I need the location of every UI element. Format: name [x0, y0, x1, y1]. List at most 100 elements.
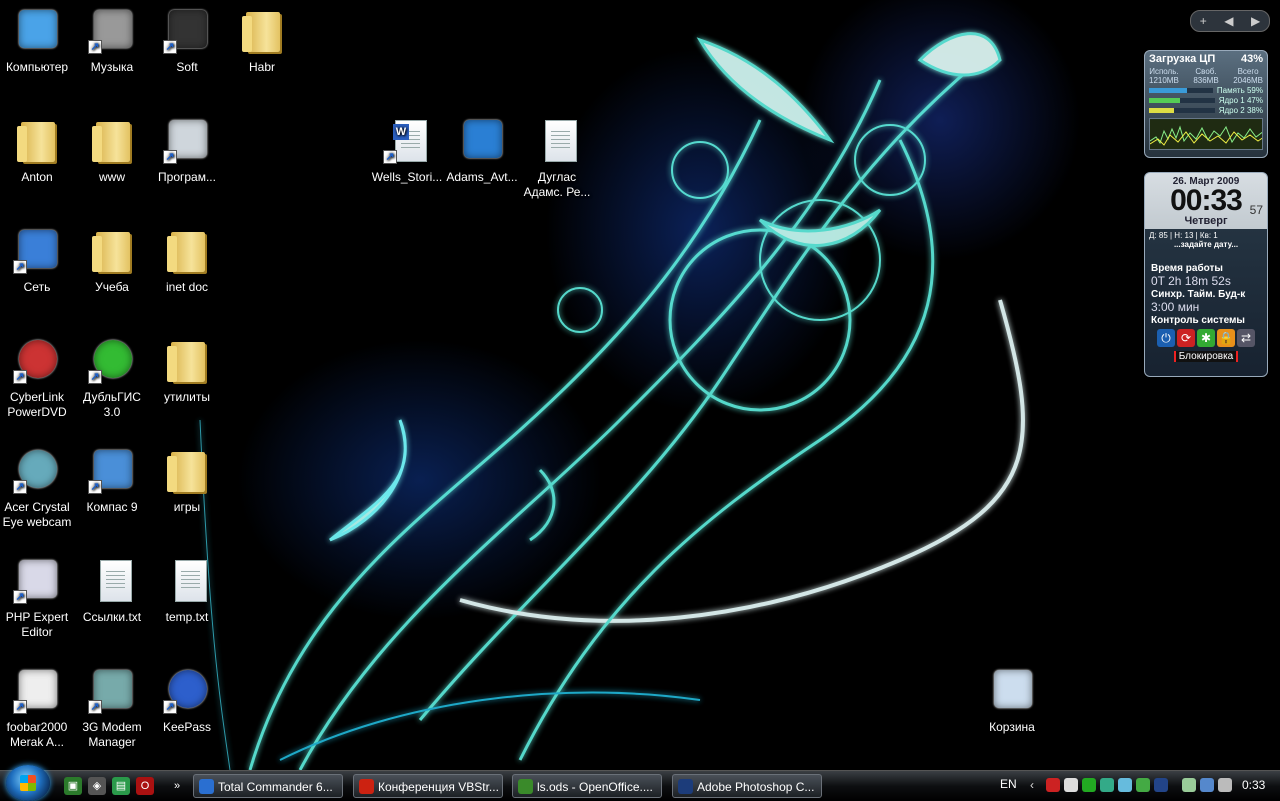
power-icon[interactable]: ⏻	[1157, 329, 1175, 347]
next-gadget-button[interactable]: ▶	[1251, 14, 1260, 28]
desktop-icon-label: Ссылки.txt	[82, 610, 142, 624]
desktop-icon[interactable]: temp.txt	[147, 554, 227, 654]
shortcut-arrow-icon: ↗	[163, 150, 177, 164]
shortcut-arrow-icon: ↗	[13, 370, 27, 384]
desktop-icon[interactable]: ↗ Музыка	[72, 4, 152, 104]
language-indicator[interactable]: EN	[1000, 777, 1017, 791]
tray-volume-icon[interactable]	[1218, 778, 1232, 792]
timer-value[interactable]: 3:00 мин	[1145, 300, 1267, 314]
lock-icon[interactable]: 🔒	[1217, 329, 1235, 347]
taskbar-button[interactable]: Total Commander 6...	[193, 774, 343, 798]
taskbar-button[interactable]: Конференция VBStr...	[353, 774, 503, 798]
desktop-icon[interactable]: ↗ PHP Expert Editor	[0, 554, 77, 654]
quicklaunch-windows-icon[interactable]: ◈	[88, 777, 106, 795]
desktop-icon[interactable]: Дуглас Адамс. Ре...	[517, 114, 597, 214]
desktop-icon[interactable]: игры	[147, 444, 227, 544]
dvd-icon: ↗	[13, 336, 61, 384]
shortcut-arrow-icon: ↗	[163, 40, 177, 54]
memory-row: Память 59%	[1149, 86, 1263, 95]
tray-device-icon[interactable]	[1118, 778, 1132, 792]
core2-label: Ядро 2	[1218, 106, 1245, 115]
desktop-icon[interactable]: Habr	[222, 4, 302, 104]
folder-icon	[88, 116, 136, 164]
foobar-icon: ↗	[13, 666, 61, 714]
add-gadget-button[interactable]: +	[1200, 14, 1207, 28]
taskbar: ▣ ◈ ▤ O » Total Commander 6... Конференци…	[0, 765, 1280, 801]
desktop-icon[interactable]: ↗ Програм...	[147, 114, 227, 214]
webcam-icon: ↗	[13, 446, 61, 494]
desktop-icon[interactable]: ↗ CyberLink PowerDVD	[0, 334, 77, 434]
free-title: Своб.	[1195, 67, 1217, 76]
tray-app-icon[interactable]	[1136, 778, 1150, 792]
shortcut-arrow-icon: ↗	[88, 370, 102, 384]
quicklaunch-opera-icon[interactable]: O	[136, 777, 154, 795]
restart-icon[interactable]: ⟳	[1177, 329, 1195, 347]
desktop-icon-label: Сеть	[23, 280, 51, 294]
core1-pct: 47%	[1246, 96, 1263, 105]
shortcut-arrow-icon: ↗	[13, 590, 27, 604]
tray-shield-icon[interactable]	[1064, 778, 1078, 792]
device-icon: ↗	[163, 6, 211, 54]
prev-gadget-button[interactable]: ◀	[1224, 14, 1233, 28]
taskbar-button-label: Конференция VBStr...	[378, 780, 499, 794]
core2-bar-fill	[1149, 108, 1174, 113]
tray-clock[interactable]: 0:33	[1242, 778, 1265, 792]
lock-button[interactable]: Блокировка	[1145, 351, 1267, 362]
desktop-icon[interactable]: ↗ Soft	[147, 4, 227, 104]
tray-antivirus-icon[interactable]	[1046, 778, 1060, 792]
folder-icon	[163, 226, 211, 274]
desktop-icon[interactable]: Корзина	[972, 664, 1052, 764]
desktop-icon[interactable]: Компьютер	[0, 4, 77, 104]
total-value: 2046MB	[1233, 76, 1263, 85]
desktop-icon-label: Habr	[248, 60, 275, 74]
desktop-icon[interactable]: inet doc	[147, 224, 227, 324]
date-prompt[interactable]: ...задайте дату...	[1145, 240, 1267, 249]
word-doc-icon: W ↗	[383, 116, 431, 164]
clock-gadget[interactable]: 26. Март 2009 00:33 57 Четверг Д: 85 | Н…	[1144, 172, 1268, 377]
desktop-icon[interactable]: www	[72, 114, 152, 214]
logoff-icon[interactable]: ⇄	[1237, 329, 1255, 347]
cpu-title: Загрузка ЦП	[1149, 53, 1216, 65]
desktop-icon[interactable]: ↗ KeePass	[147, 664, 227, 764]
folder-icon	[163, 446, 211, 494]
taskbar-button[interactable]: ls.ods - OpenOffice....	[512, 774, 662, 798]
desktop-icon[interactable]: ↗ foobar2000 Merak A...	[0, 664, 77, 764]
memory-bar	[1149, 88, 1213, 93]
taskbar-button[interactable]: Adobe Photoshop C...	[672, 774, 822, 798]
desktop-icon-label: KeePass	[162, 720, 212, 734]
clock-seconds: 57	[1249, 203, 1263, 217]
desktop-icon[interactable]: ↗ Компас 9	[72, 444, 152, 544]
desktop-icon-label: Музыка	[90, 60, 134, 74]
desktop-icon-label: temp.txt	[165, 610, 209, 624]
quicklaunch-app-icon[interactable]: ▤	[112, 777, 130, 795]
desktop-icon-label: Програм...	[158, 170, 216, 184]
desktop-icon[interactable]: Anton	[0, 114, 77, 214]
cpu-percent: 43%	[1240, 53, 1263, 65]
tray-lan-icon[interactable]	[1200, 778, 1214, 792]
cpu-meter-gadget[interactable]: Загрузка ЦП 43% Исполь. 1210MB Своб. 836MB…	[1144, 50, 1268, 158]
desktop-icon[interactable]: ↗ 3G Modem Manager	[72, 664, 152, 764]
memory-bar-fill	[1149, 88, 1187, 93]
kompas-icon: ↗	[88, 446, 136, 494]
text-doc-icon	[533, 116, 581, 164]
memory-label: Память	[1216, 86, 1245, 95]
week-info: Д: 85 | Н: 13 | Кв: 1	[1149, 231, 1218, 240]
desktop-icon[interactable]: Adams_Avt...	[442, 114, 522, 214]
desktop-icon[interactable]: ↗ Сеть	[0, 224, 77, 324]
tray-network-icon[interactable]	[1100, 778, 1114, 792]
tray-battery-icon[interactable]	[1182, 778, 1196, 792]
desktop-icon-label: Soft	[176, 60, 198, 74]
tray-keyboard-icon[interactable]	[1154, 778, 1168, 792]
desktop-icon[interactable]: Учеба	[72, 224, 152, 324]
desktop-icon[interactable]: ↗ Acer Crystal Eye webcam	[0, 444, 77, 544]
quicklaunch-desktop-icon[interactable]: ▣	[64, 777, 82, 795]
desktop-icon[interactable]: ↗ ДубльГИС 3.0	[72, 334, 152, 434]
quicklaunch-more-chevron[interactable]: »	[168, 777, 186, 795]
desktop-icon[interactable]: утилиты	[147, 334, 227, 434]
tray-green-icon[interactable]	[1082, 778, 1096, 792]
sleep-icon[interactable]: ✱	[1197, 329, 1215, 347]
start-button[interactable]	[6, 765, 50, 801]
desktop-icon[interactable]: W ↗ Wells_Stori...	[367, 114, 447, 214]
desktop-icon[interactable]: Ссылки.txt	[72, 554, 152, 654]
tray-expand-icon[interactable]: ‹	[1030, 778, 1044, 792]
